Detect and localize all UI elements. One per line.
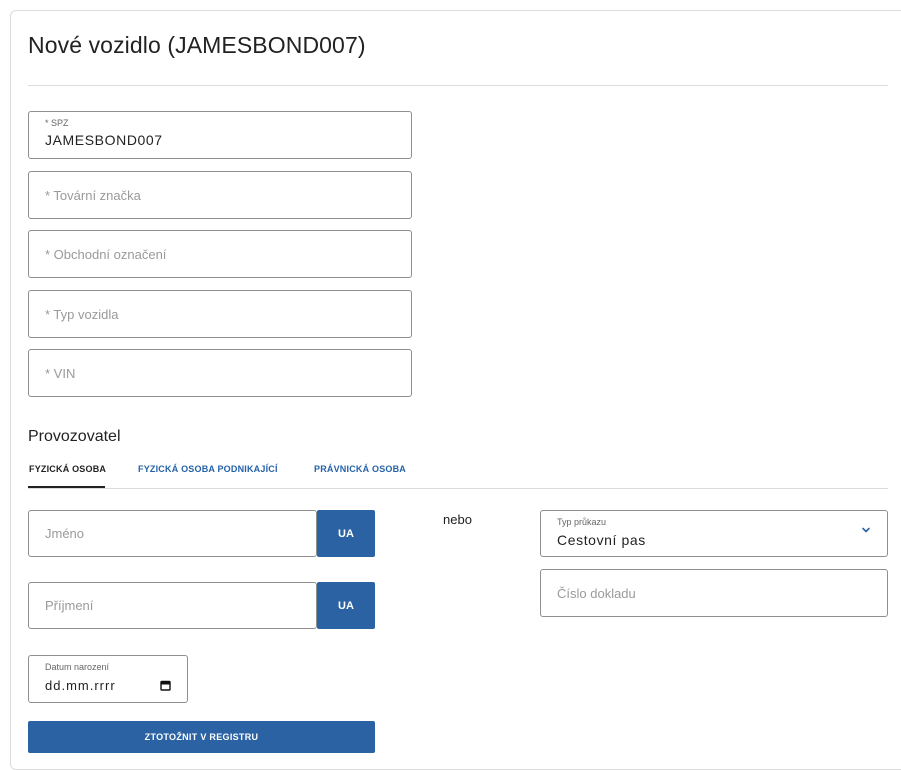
vehicle-type-field[interactable]: * Typ vozidla [28,290,412,338]
operator-section-title: Provozovatel [28,428,121,445]
trade-name-placeholder: * Obchodní označení [45,246,167,262]
document-number-placeholder: Číslo dokladu [557,585,636,601]
page-title: Nové vozidlo (JAMESBOND007) [28,32,366,58]
vin-field[interactable]: * VIN [28,349,412,397]
spz-value: JAMESBOND007 [45,132,163,148]
id-type-label: Typ průkazu [557,517,607,527]
trade-name-field[interactable]: * Obchodní označení [28,230,412,278]
last-name-ua-button[interactable]: UA [317,582,375,629]
spz-field[interactable]: * SPZ JAMESBOND007 [28,111,412,159]
spz-label: * SPZ [45,118,69,128]
verify-in-registry-button[interactable]: ZTOTOŽNIT V REGISTRU [28,721,375,753]
document-number-field[interactable]: Číslo dokladu [540,569,888,617]
title-divider [28,85,888,86]
brand-placeholder: * Tovární značka [45,187,141,203]
or-text: nebo [443,512,472,527]
first-name-field[interactable]: Jméno [28,510,317,557]
tab-self-employed-person[interactable]: FYZICKÁ OSOBA PODNIKAJÍCÍ [138,464,278,474]
id-type-select[interactable]: Typ průkazu Cestovní pas [540,510,888,557]
first-name-ua-button[interactable]: UA [317,510,375,557]
birth-date-label: Datum narození [45,662,110,672]
vin-placeholder: * VIN [45,365,76,381]
chevron-down-icon [862,527,870,533]
first-name-placeholder: Jméno [45,526,85,541]
last-name-placeholder: Příjmení [45,598,94,613]
birth-date-value: dd.mm.rrrr [45,678,116,693]
vehicle-type-placeholder: * Typ vozidla [45,306,119,322]
tab-natural-person[interactable]: FYZICKÁ OSOBA [29,464,106,474]
last-name-field[interactable]: Příjmení [28,582,317,629]
id-type-value: Cestovní pas [557,532,646,548]
brand-field[interactable]: * Tovární značka [28,171,412,219]
tab-legal-entity[interactable]: PRÁVNICKÁ OSOBA [314,464,406,474]
birth-date-field[interactable]: Datum narození dd.mm.rrrr [28,655,188,703]
calendar-icon[interactable] [160,680,171,691]
tabs-divider [28,488,888,489]
